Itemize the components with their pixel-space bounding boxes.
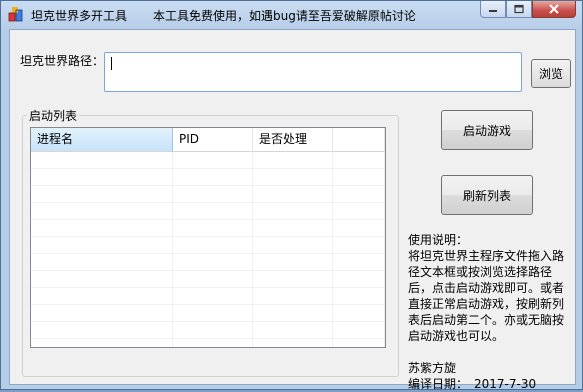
table-cell-empty <box>31 186 173 202</box>
column-header-process-name[interactable]: 进程名 <box>31 128 173 152</box>
app-icon <box>8 6 24 22</box>
usage-body: 将坦克世界主程序文件拖入路径文本框或按浏览选择路径后，点击启动游戏即可。或者直接… <box>408 249 565 343</box>
table-cell-empty <box>333 288 385 304</box>
process-listview[interactable]: 进程名 PID 是否处理 <box>30 127 386 348</box>
launch-list-group-title: 启动列表 <box>27 107 80 124</box>
browse-button[interactable]: 浏览 <box>531 59 571 88</box>
table-cell-empty <box>253 203 333 219</box>
table-cell-empty <box>31 339 173 347</box>
table-cell-empty <box>173 254 253 270</box>
table-cell-empty <box>31 203 173 219</box>
table-cell-empty <box>333 305 385 321</box>
table-row-empty <box>31 169 385 186</box>
table-row-empty <box>31 237 385 254</box>
table-row-empty <box>31 220 385 237</box>
table-row-empty <box>31 152 385 169</box>
table-cell-empty <box>253 152 333 168</box>
table-cell-empty <box>31 322 173 338</box>
window-title: 坦克世界多开工具 <box>31 9 128 23</box>
table-cell-empty <box>173 169 253 185</box>
table-cell-empty <box>173 322 253 338</box>
table-cell-empty <box>253 254 333 270</box>
client-area: 坦克世界路径： 浏览 启动列表 进程名 PID 是否处理 启动游戏 刷新列表 使… <box>9 29 576 391</box>
author-name: 苏紫方旋 <box>408 361 457 375</box>
column-header-pid[interactable]: PID <box>173 128 253 152</box>
table-cell-empty <box>173 203 253 219</box>
table-cell-empty <box>333 152 385 168</box>
refresh-list-button[interactable]: 刷新列表 <box>441 175 533 215</box>
table-row-empty <box>31 305 385 322</box>
table-cell-empty <box>31 237 173 253</box>
table-cell-empty <box>253 237 333 253</box>
caption-buttons <box>480 1 576 19</box>
table-cell-empty <box>173 186 253 202</box>
table-row-empty <box>31 186 385 203</box>
build-date-label: 编译日期： <box>408 377 469 391</box>
table-row-empty <box>31 322 385 339</box>
maximize-button[interactable] <box>506 1 532 18</box>
table-cell-empty <box>253 305 333 321</box>
launch-game-button[interactable]: 启动游戏 <box>441 110 533 150</box>
table-cell-empty <box>253 339 333 347</box>
table-cell-empty <box>31 152 173 168</box>
column-header-handled[interactable]: 是否处理 <box>253 128 333 152</box>
table-cell-empty <box>333 220 385 236</box>
table-cell-empty <box>173 288 253 304</box>
table-cell-empty <box>173 305 253 321</box>
close-icon <box>549 4 559 14</box>
listview-header: 进程名 PID 是否处理 <box>31 128 385 152</box>
path-label: 坦克世界路径： <box>20 54 105 68</box>
path-input[interactable] <box>104 52 522 92</box>
table-cell-empty <box>253 220 333 236</box>
table-cell-empty <box>253 322 333 338</box>
table-cell-empty <box>333 203 385 219</box>
table-cell-empty <box>173 220 253 236</box>
main-window: 坦克世界多开工具 本工具免费使用，如遇bug请至吾爱破解原帖讨论 坦克世界路径：… <box>0 0 583 391</box>
title-bar[interactable]: 坦克世界多开工具 本工具免费使用，如遇bug请至吾爱破解原帖讨论 <box>1 1 582 29</box>
listview-body[interactable] <box>31 152 385 347</box>
minimize-icon <box>489 10 497 12</box>
table-cell-empty <box>333 254 385 270</box>
table-cell-empty <box>333 322 385 338</box>
close-button[interactable] <box>532 1 576 18</box>
table-cell-empty <box>31 254 173 270</box>
table-cell-empty <box>31 271 173 287</box>
title-notice: 本工具免费使用，如遇bug请至吾爱破解原帖讨论 <box>153 9 416 23</box>
table-cell-empty <box>173 271 253 287</box>
table-row-empty <box>31 288 385 305</box>
text-caret <box>111 57 112 70</box>
table-cell-empty <box>253 271 333 287</box>
table-cell-empty <box>31 288 173 304</box>
table-cell-empty <box>253 169 333 185</box>
table-cell-empty <box>173 237 253 253</box>
usage-title: 使用说明： <box>408 233 469 247</box>
table-cell-empty <box>253 186 333 202</box>
table-cell-empty <box>173 339 253 347</box>
table-cell-empty <box>253 288 333 304</box>
maximize-icon <box>514 4 524 14</box>
table-cell-empty <box>173 152 253 168</box>
minimize-button[interactable] <box>480 1 506 18</box>
table-cell-empty <box>333 237 385 253</box>
table-cell-empty <box>333 271 385 287</box>
usage-instructions: 使用说明： 将坦克世界主程序文件拖入路径文本框或按浏览选择路径后，点击启动游戏即… <box>408 232 572 392</box>
table-row-empty <box>31 339 385 347</box>
table-row-empty <box>31 271 385 288</box>
table-cell-empty <box>333 169 385 185</box>
table-row-empty <box>31 254 385 271</box>
table-cell-empty <box>333 339 385 347</box>
table-cell-empty <box>31 305 173 321</box>
table-cell-empty <box>31 169 173 185</box>
table-cell-empty <box>333 186 385 202</box>
table-cell-empty <box>31 220 173 236</box>
table-row-empty <box>31 203 385 220</box>
column-header-filler <box>333 128 385 152</box>
build-date-value: 2017-7-30 <box>474 377 537 391</box>
